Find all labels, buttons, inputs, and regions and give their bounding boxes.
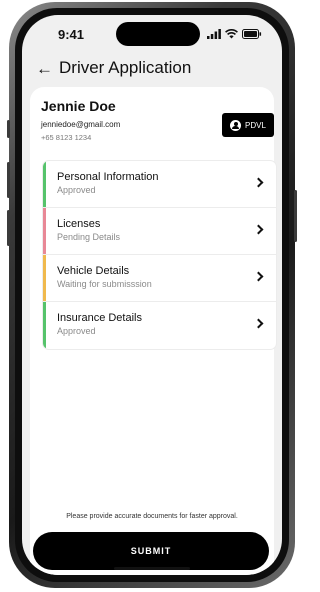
driver-icon bbox=[230, 119, 242, 131]
pdvl-badge: PDVL bbox=[222, 113, 274, 137]
section-status: Waiting for submisssion bbox=[57, 279, 152, 289]
status-accent bbox=[43, 255, 46, 301]
power-button bbox=[294, 190, 297, 242]
action-button bbox=[7, 120, 10, 138]
section-insurance-details[interactable]: Insurance Details Approved bbox=[43, 302, 276, 348]
submission-hint: Please provide accurate documents for fa… bbox=[66, 513, 238, 520]
chevron-right-icon bbox=[253, 318, 264, 329]
status-accent bbox=[43, 302, 46, 348]
section-status: Approved bbox=[57, 185, 96, 195]
status-bar: 9:41 bbox=[22, 15, 282, 55]
status-icons bbox=[207, 28, 262, 40]
section-title: Licenses bbox=[57, 218, 101, 230]
page-title: Driver Application bbox=[59, 58, 192, 77]
signal-icon bbox=[207, 29, 221, 39]
section-title: Insurance Details bbox=[57, 312, 142, 324]
driver-email: jenniedoe@gmail.com bbox=[41, 120, 121, 129]
driver-name: Jennie Doe bbox=[41, 98, 116, 114]
status-accent bbox=[43, 208, 46, 254]
volume-down-button bbox=[7, 210, 10, 246]
wifi-icon bbox=[225, 29, 238, 39]
pdvl-badge-label: PDVL bbox=[245, 120, 266, 130]
section-title: Personal Information bbox=[57, 171, 159, 183]
app-header: ← Driver Application bbox=[36, 55, 191, 81]
dynamic-island bbox=[116, 22, 200, 46]
section-licenses[interactable]: Licenses Pending Details bbox=[43, 208, 276, 255]
submit-button[interactable]: SUBMIT bbox=[33, 532, 269, 570]
battery-icon bbox=[242, 29, 262, 39]
arrow-left-icon[interactable]: ← bbox=[36, 60, 53, 77]
chevron-right-icon bbox=[253, 271, 264, 282]
chevron-right-icon bbox=[253, 224, 264, 235]
driver-phone: +65 8123 1234 bbox=[41, 133, 92, 142]
status-accent bbox=[43, 161, 46, 207]
section-status: Pending Details bbox=[57, 232, 121, 242]
section-vehicle-details[interactable]: Vehicle Details Waiting for submisssion bbox=[43, 255, 276, 302]
volume-up-button bbox=[7, 162, 10, 198]
section-title: Vehicle Details bbox=[57, 265, 130, 277]
status-time: 9:41 bbox=[58, 27, 85, 42]
home-indicator[interactable] bbox=[114, 567, 190, 570]
section-status: Approved bbox=[57, 326, 96, 336]
screen: 9:41 ← Driver Application Jennie Doe jen… bbox=[22, 15, 282, 575]
section-personal-information[interactable]: Personal Information Approved bbox=[43, 161, 276, 208]
application-sections: Personal Information Approved Licenses P… bbox=[42, 160, 277, 350]
chevron-right-icon bbox=[253, 177, 264, 188]
application-card: Jennie Doe jenniedoe@gmail.com +65 8123 … bbox=[30, 87, 277, 575]
